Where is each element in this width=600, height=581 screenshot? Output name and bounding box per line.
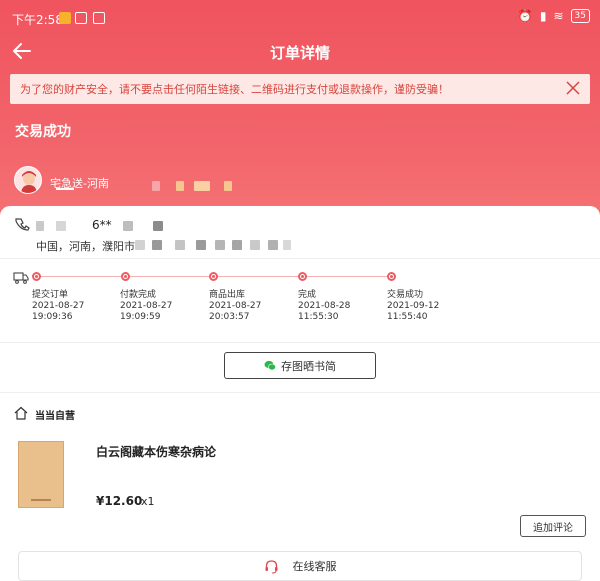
timeline-step: 交易成功 2021-09-12 11:55:40 — [387, 290, 439, 323]
timeline-step-label: 交易成功 — [387, 290, 424, 300]
timeline-step-time: 19:09:36 — [32, 312, 73, 322]
add-review-button[interactable]: 追加评论 — [520, 515, 586, 537]
product-quantity: x1 — [141, 495, 155, 508]
timeline-step-date: 2021-08-28 — [298, 301, 351, 311]
timeline-step-label: 提交订单 — [32, 290, 69, 300]
share-button-label: 存图晒书简 — [281, 359, 336, 373]
online-service-button[interactable]: 在线客服 — [18, 551, 582, 581]
redacted-block — [215, 240, 225, 250]
redacted-block — [176, 181, 184, 191]
alarm-icon: ⏰ — [517, 9, 533, 23]
divider — [0, 392, 600, 393]
timeline-step-label: 商品出库 — [209, 290, 246, 300]
headset-icon — [265, 559, 277, 574]
redacted-block — [153, 221, 163, 231]
timeline-step-time: 11:55:40 — [387, 312, 428, 322]
timeline-step-label: 完成 — [298, 290, 317, 300]
app-notification-icon — [75, 12, 87, 24]
status-bar: 下午2:58 ⏰ ▮ ≋ 35 — [0, 0, 600, 34]
shop-home-icon — [14, 406, 28, 420]
courier-underline — [56, 188, 74, 190]
app-notification-icon — [93, 12, 105, 24]
signal-icon: ▮ — [539, 9, 547, 23]
redacted-block — [152, 240, 162, 250]
redacted-block — [268, 240, 278, 250]
timeline-dot — [387, 272, 396, 281]
product-thumbnail[interactable] — [18, 441, 64, 508]
timeline-step-date: 2021-08-27 — [120, 301, 173, 311]
timeline-dot — [121, 272, 130, 281]
redacted-block — [283, 240, 291, 250]
page-title: 订单详情 — [269, 44, 330, 62]
wifi-icon: ≋ — [553, 9, 564, 23]
redacted-block — [196, 240, 206, 250]
security-warning-banner: 为了您的财产安全，请不要点击任何陌生链接、二维码进行支付或退款操作，谨防受骗！ — [10, 74, 590, 104]
product-title[interactable]: 白云阁藏本伤寒杂病论 — [96, 443, 216, 460]
divider — [0, 258, 600, 259]
product-price: ¥12.60 — [96, 494, 143, 508]
logistics-truck-icon — [13, 272, 29, 284]
redacted-block — [232, 240, 242, 250]
timeline-dot — [298, 272, 307, 281]
timeline-dot — [32, 272, 41, 281]
order-card — [0, 206, 600, 581]
redacted-block — [175, 240, 185, 250]
shop-name[interactable]: 当当自营 — [35, 407, 75, 422]
timeline-step-date: 2021-09-12 — [387, 301, 440, 311]
timeline-step-time: 19:09:59 — [120, 312, 161, 322]
address-icon — [15, 218, 30, 231]
timeline-step-label: 付款完成 — [120, 290, 157, 300]
banner-text: 为了您的财产安全，请不要点击任何陌生链接、二维码进行支付或退款操作，谨防受骗！ — [20, 83, 449, 96]
redacted-block — [123, 221, 133, 231]
book-cover-ornament — [31, 499, 51, 501]
divider — [0, 342, 600, 343]
redacted-block — [250, 240, 260, 250]
redacted-block — [135, 240, 145, 250]
address-location: 中国，河南，濮阳市 — [36, 240, 135, 253]
timeline-step-time: 20:03:57 — [209, 312, 250, 322]
timeline-step-date: 2021-08-27 — [209, 301, 262, 311]
courier-avatar — [14, 166, 42, 194]
timeline-step: 付款完成 2021-08-27 19:09:59 — [120, 290, 172, 323]
service-button-label: 在线客服 — [292, 560, 337, 573]
timeline-step-date: 2021-08-27 — [32, 301, 85, 311]
status-time: 下午2:58 — [12, 13, 63, 27]
redacted-block — [224, 181, 232, 191]
redacted-block — [56, 221, 66, 231]
redacted-block — [36, 221, 44, 231]
close-icon[interactable] — [566, 81, 580, 95]
order-status: 交易成功 — [15, 124, 71, 140]
wechat-icon — [264, 360, 276, 371]
battery-icon: 35 — [570, 9, 590, 23]
save-image-share-button[interactable]: 存图晒书简 — [224, 352, 376, 379]
redacted-block — [152, 181, 160, 191]
phone-fragment: 6** — [92, 218, 112, 232]
app-notification-icon — [59, 12, 71, 24]
timeline-step: 商品出库 2021-08-27 20:03:57 — [209, 290, 261, 323]
timeline-step-time: 11:55:30 — [298, 312, 339, 322]
redacted-block — [194, 181, 210, 191]
timeline-step: 完成 2021-08-28 11:55:30 — [298, 290, 350, 323]
timeline-step: 提交订单 2021-08-27 19:09:36 — [32, 290, 84, 323]
timeline-dot — [209, 272, 218, 281]
